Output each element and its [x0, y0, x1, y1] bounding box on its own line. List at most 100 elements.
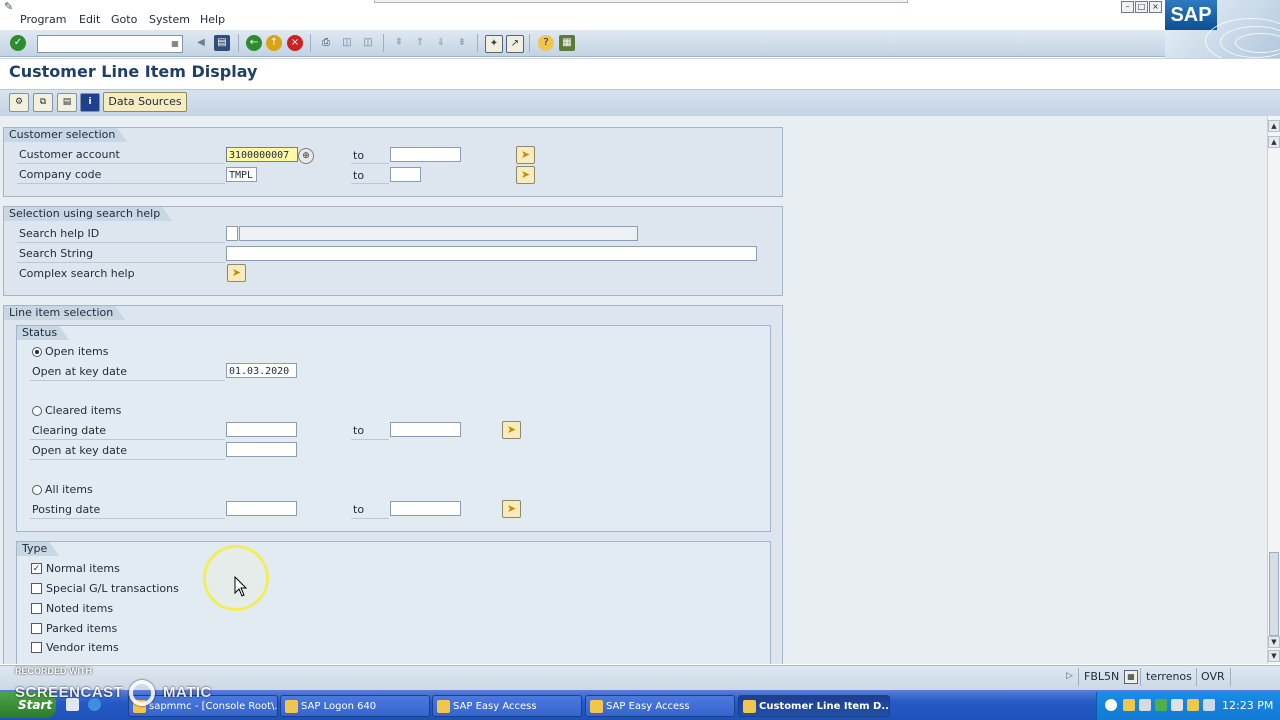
- tray-icon[interactable]: [1187, 699, 1199, 711]
- cleared-open-key-date-field[interactable]: [226, 442, 297, 457]
- previous-page-icon[interactable]: ⇑: [412, 35, 428, 51]
- cleared-open-key-date-label: Open at key date: [32, 444, 127, 457]
- posting-date-from-field[interactable]: [226, 501, 297, 516]
- shortcut-icon[interactable]: ↗: [506, 35, 524, 53]
- parked-items-checkbox[interactable]: [31, 623, 42, 634]
- search-help-id-field[interactable]: [226, 226, 238, 241]
- network-icon[interactable]: [1171, 699, 1183, 711]
- insert-mode: OVR: [1201, 670, 1225, 683]
- multiple-selection-arrow-icon[interactable]: ➤: [516, 166, 535, 184]
- close-icon[interactable]: ×: [1149, 1, 1162, 13]
- search-string-label: Search String: [19, 247, 94, 260]
- tray-icon[interactable]: [1155, 699, 1167, 711]
- multiple-selection-icon[interactable]: ⊕: [298, 148, 314, 164]
- scroll-bottom-icon[interactable]: ▼: [1268, 650, 1280, 662]
- scrollbar-thumb[interactable]: [1269, 552, 1279, 636]
- menu-edit[interactable]: Edit: [79, 13, 100, 26]
- complex-search-help-arrow-icon[interactable]: ➤: [227, 264, 246, 282]
- customer-account-to-field[interactable]: [390, 147, 461, 162]
- normal-items-checkbox[interactable]: ✓: [31, 563, 42, 574]
- cleared-items-radio[interactable]: [32, 406, 42, 416]
- copy-variant-icon[interactable]: ⧉: [33, 93, 53, 112]
- company-code-label: Company code: [19, 168, 102, 181]
- back-arrow-icon[interactable]: ◀: [193, 35, 209, 51]
- enter-icon[interactable]: ✓: [10, 35, 26, 51]
- clearing-date-to-field[interactable]: [390, 422, 461, 437]
- first-page-icon[interactable]: ⇞: [391, 35, 407, 51]
- selection-options-icon[interactable]: ▤: [57, 93, 77, 112]
- taskbar-item-customer-line-item[interactable]: Customer Line Item D...: [738, 695, 890, 717]
- special-gl-checkbox[interactable]: [31, 583, 42, 594]
- start-button[interactable]: Start: [0, 692, 56, 718]
- window-menu-icon[interactable]: ✎: [4, 0, 18, 13]
- noted-items-checkbox[interactable]: [31, 603, 42, 614]
- task-label: SAP Logon 640: [301, 701, 377, 712]
- execute-icon[interactable]: ⚙: [9, 93, 29, 112]
- clearing-date-from-field[interactable]: [226, 422, 297, 437]
- search-string-field[interactable]: [226, 246, 757, 261]
- company-code-to-field[interactable]: [390, 167, 421, 182]
- multiple-selection-arrow-icon[interactable]: ➤: [516, 146, 535, 164]
- taskbar-item-sap-logon[interactable]: SAP Logon 640: [280, 695, 430, 717]
- new-session-icon[interactable]: ✦: [485, 35, 503, 53]
- sap-window-icon: [437, 700, 450, 713]
- volume-icon[interactable]: [1203, 699, 1215, 711]
- scroll-up-icon[interactable]: ▲: [1268, 136, 1280, 148]
- menu-program[interactable]: Program: [20, 13, 66, 26]
- find-icon[interactable]: ◫: [339, 35, 355, 51]
- toolbar-separator: [238, 34, 239, 52]
- next-page-icon[interactable]: ⇓: [433, 35, 449, 51]
- task-label: SAP Easy Access: [453, 701, 537, 712]
- posting-date-label: Posting date: [32, 503, 101, 516]
- parked-items-label: Parked items: [46, 622, 118, 635]
- scroll-down-icon[interactable]: ▼: [1268, 636, 1280, 648]
- cancel-icon[interactable]: ×: [287, 35, 303, 51]
- open-items-radio[interactable]: [32, 347, 42, 357]
- posting-date-to-field[interactable]: [390, 501, 461, 516]
- menu-system[interactable]: System: [149, 13, 190, 26]
- quick-launch-icon[interactable]: [66, 698, 79, 711]
- layout-icon[interactable]: ▦: [559, 35, 575, 51]
- back-icon[interactable]: ←: [246, 35, 262, 51]
- command-field[interactable]: ▦: [37, 35, 183, 53]
- mmc-icon: [133, 700, 146, 713]
- multiple-selection-arrow-icon[interactable]: ➤: [502, 500, 521, 518]
- status-expand-icon[interactable]: ▷: [1066, 671, 1074, 681]
- exit-icon[interactable]: ↑: [266, 35, 282, 51]
- title-strip: [374, 0, 908, 3]
- minimize-icon[interactable]: –: [1121, 1, 1134, 13]
- tray-icon[interactable]: [1123, 699, 1135, 711]
- data-sources-button[interactable]: Data Sources: [103, 92, 187, 112]
- session-list-icon[interactable]: ▦: [1124, 670, 1138, 684]
- find-next-icon[interactable]: ◫: [360, 35, 376, 51]
- print-icon[interactable]: ⎙: [318, 35, 334, 51]
- taskbar-item-mmc[interactable]: sapmmc - [Console Root\...: [128, 695, 278, 717]
- last-page-icon[interactable]: ⇟: [454, 35, 470, 51]
- browser-icon[interactable]: [88, 698, 101, 711]
- search-help-id-label: Search help ID: [19, 227, 100, 240]
- taskbar-item-easy-access-1[interactable]: SAP Easy Access: [432, 695, 582, 717]
- menu-goto[interactable]: Goto: [111, 13, 137, 26]
- customer-account-from-field[interactable]: 3100000007: [226, 147, 298, 162]
- status-separator: [1196, 668, 1197, 686]
- scroll-top-icon[interactable]: ▲: [1268, 120, 1280, 132]
- vertical-scrollbar[interactable]: ▲ ▲ ▼ ▼: [1267, 116, 1280, 664]
- info-icon[interactable]: i: [80, 93, 100, 112]
- application-toolbar: [0, 89, 1280, 117]
- menu-help[interactable]: Help: [200, 13, 225, 26]
- label-underline: [30, 518, 225, 519]
- taskbar-item-easy-access-2[interactable]: SAP Easy Access: [585, 695, 735, 717]
- all-items-radio[interactable]: [32, 485, 42, 495]
- sap-window-icon: [743, 700, 756, 713]
- vendor-items-checkbox[interactable]: [31, 642, 42, 653]
- save-icon[interactable]: ▤: [214, 35, 230, 51]
- multiple-selection-arrow-icon[interactable]: ➤: [502, 421, 521, 439]
- label-underline: [17, 262, 225, 263]
- tray-icon[interactable]: [1139, 699, 1151, 711]
- company-code-from-field[interactable]: TMPL: [226, 167, 257, 182]
- help-tray-icon[interactable]: [1105, 699, 1117, 711]
- maximize-icon[interactable]: □: [1135, 1, 1148, 13]
- help-icon[interactable]: ?: [538, 35, 554, 51]
- command-dropdown-icon[interactable]: ▦: [169, 37, 181, 50]
- open-key-date-field[interactable]: 01.03.2020: [226, 363, 297, 378]
